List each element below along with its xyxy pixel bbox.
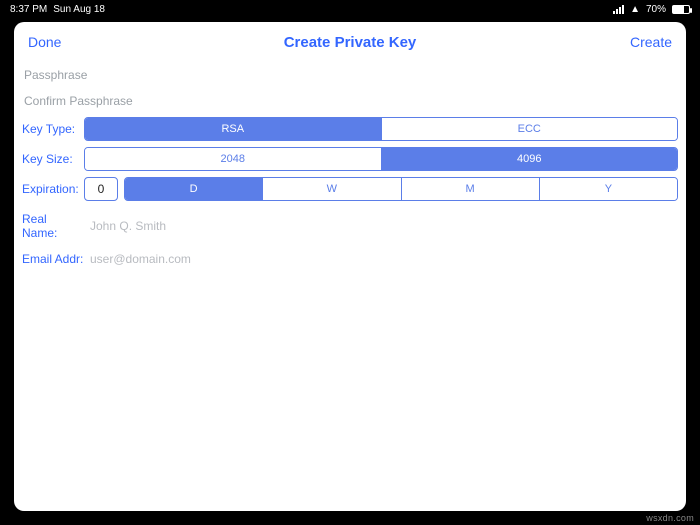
email-row: Email Addr: [18,244,682,270]
key-type-row: Key Type: RSA ECC [18,114,682,144]
device-frame: 8:37 PM Sun Aug 18 ▲ 70% Done Create Pri… [0,0,700,525]
passphrase-input[interactable] [24,68,676,82]
done-button[interactable]: Done [28,34,61,50]
key-size-label: Key Size: [22,152,78,166]
watermark: wsxdn.com [646,513,694,523]
battery-icon [672,5,690,14]
expiration-label: Expiration: [22,182,78,196]
status-time: 8:37 PM [10,4,47,15]
create-button[interactable]: Create [630,34,672,50]
real-name-label: Real Name: [22,212,84,240]
email-input[interactable] [90,252,678,266]
email-label: Email Addr: [22,252,84,266]
expiration-unit-y[interactable]: Y [539,178,677,200]
status-date: Sun Aug 18 [53,4,105,15]
status-bar: 8:37 PM Sun Aug 18 ▲ 70% [0,0,700,18]
key-type-option-rsa[interactable]: RSA [85,118,381,140]
key-size-option-2048[interactable]: 2048 [85,148,381,170]
expiration-unit-d[interactable]: D [125,178,262,200]
confirm-passphrase-input[interactable] [24,94,676,108]
battery-percent: 70% [646,4,666,15]
key-size-row: Key Size: 2048 4096 [18,144,682,174]
passphrase-row [18,62,682,88]
expiration-unit-segmented[interactable]: D W M Y [124,177,678,201]
key-type-option-ecc[interactable]: ECC [381,118,678,140]
real-name-input[interactable] [90,219,678,233]
modal-sheet: Done Create Private Key Create Key Type:… [14,22,686,511]
page-title: Create Private Key [14,34,686,51]
cell-signal-icon [613,5,624,14]
wifi-icon: ▲ [630,4,640,15]
form: Key Type: RSA ECC Key Size: 2048 4096 Ex… [14,62,686,270]
expiration-unit-m[interactable]: M [401,178,539,200]
key-type-label: Key Type: [22,122,78,136]
expiration-value-box[interactable]: 0 [84,177,118,201]
expiration-row: Expiration: 0 D W M Y [18,174,682,204]
key-type-segmented[interactable]: RSA ECC [84,117,678,141]
real-name-row: Real Name: [18,204,682,244]
expiration-unit-w[interactable]: W [262,178,400,200]
nav-bar: Done Create Private Key Create [14,22,686,62]
key-size-segmented[interactable]: 2048 4096 [84,147,678,171]
confirm-passphrase-row [18,88,682,114]
key-size-option-4096[interactable]: 4096 [381,148,678,170]
